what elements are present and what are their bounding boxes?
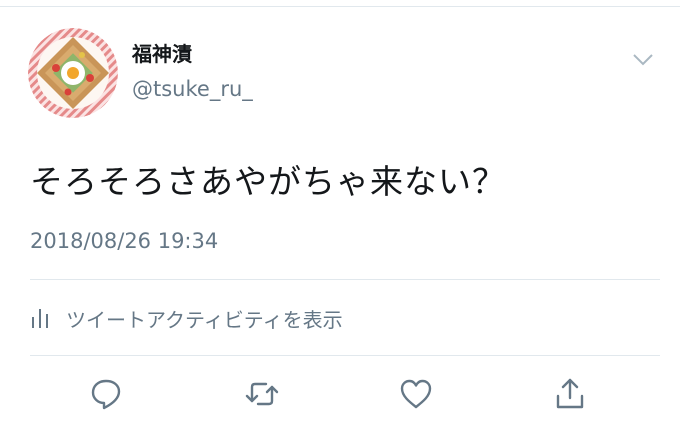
- user-handle[interactable]: @tsuke_ru_: [132, 76, 253, 102]
- share-icon[interactable]: [552, 376, 588, 412]
- tweet-activity-label: ツイートアクティビティを表示: [66, 307, 343, 332]
- tweet-text: そろそろさあやがちゃ来ない？: [30, 162, 506, 201]
- retweet-icon[interactable]: [244, 376, 280, 412]
- divider: [30, 355, 660, 356]
- avatar[interactable]: [28, 28, 118, 118]
- like-icon[interactable]: [398, 376, 434, 412]
- reply-icon[interactable]: [88, 376, 124, 412]
- avatar-image: [28, 28, 118, 118]
- tweet-activity-link[interactable]: ツイートアクティビティを表示: [30, 303, 343, 333]
- top-divider: [0, 6, 680, 7]
- chevron-down-icon[interactable]: [632, 52, 654, 68]
- tweet-timestamp[interactable]: 2018/08/26 19:34: [30, 227, 218, 255]
- bar-chart-icon: [32, 309, 48, 328]
- divider: [30, 279, 660, 280]
- display-name[interactable]: 福神漬: [132, 42, 192, 66]
